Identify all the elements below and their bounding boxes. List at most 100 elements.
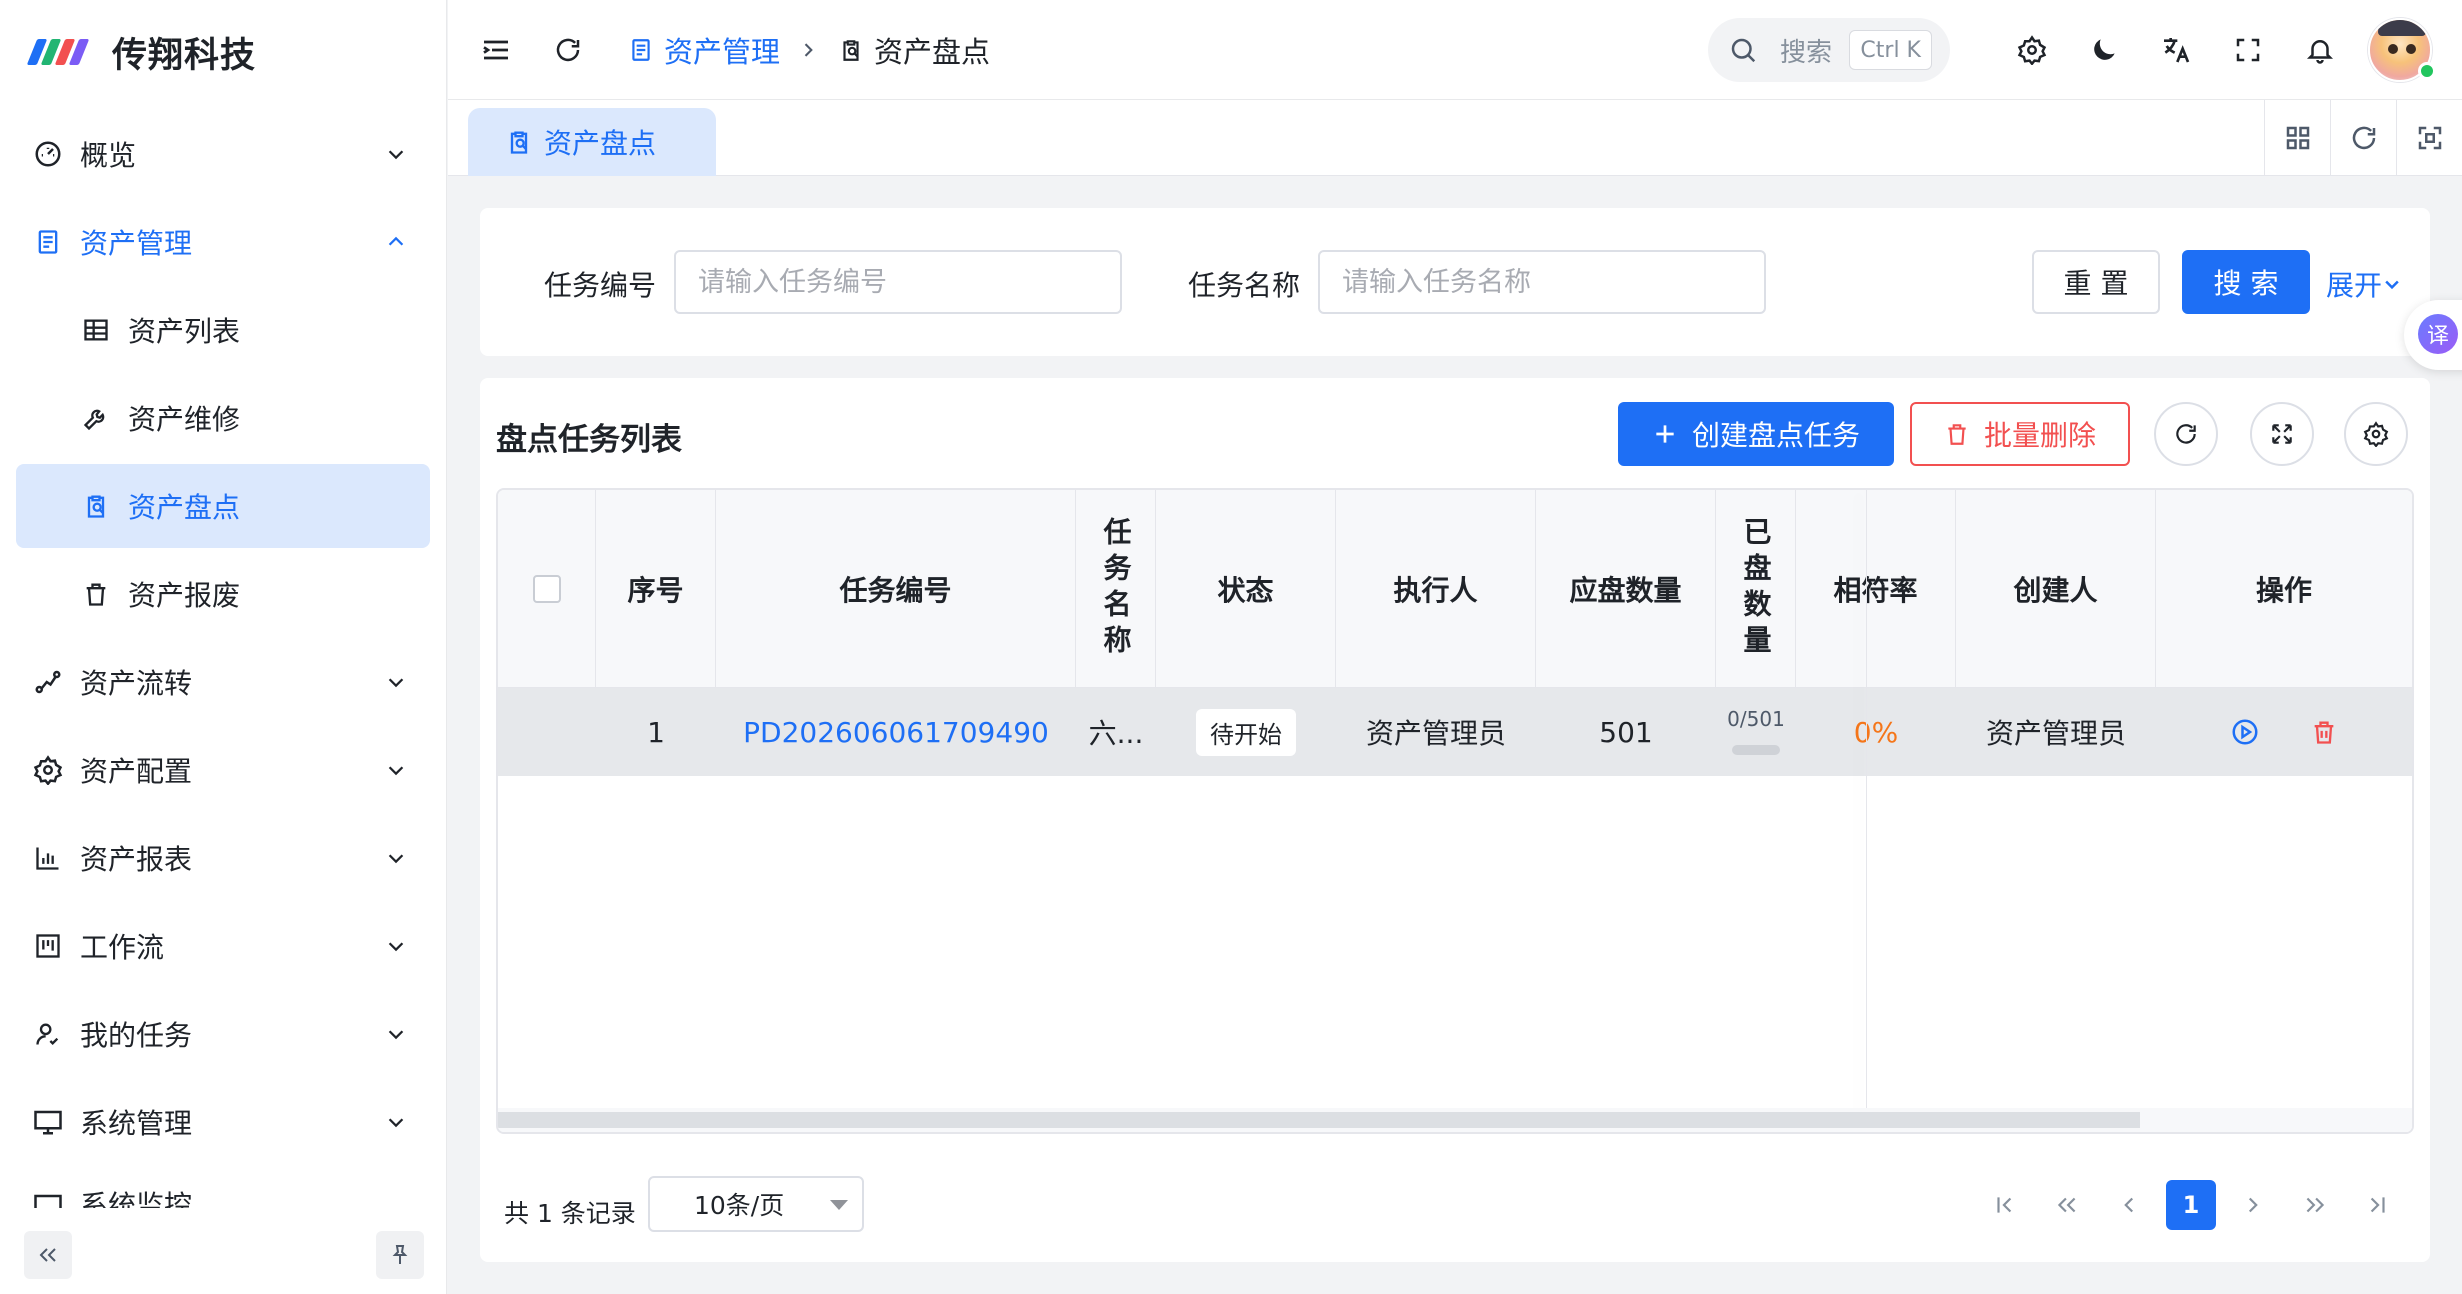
sidebar-item-asset-management[interactable]: 资产管理	[16, 200, 430, 284]
breadcrumb-item-asset-inventory: 资产盘点	[836, 29, 990, 71]
table-refresh-button[interactable]	[2154, 402, 2218, 466]
next-page-button[interactable]	[2228, 1180, 2278, 1230]
tab-refresh-button[interactable]	[2330, 100, 2396, 176]
menu-toggle-button[interactable]	[476, 30, 516, 70]
reset-button[interactable]: 重 置	[2032, 250, 2160, 314]
batch-delete-button[interactable]: 批量删除	[1910, 402, 2130, 466]
sidebar-menu: 概览 资产管理 资产列表 资产维修 资产盘点 资产报废 资产流转 资产配置 资产…	[16, 112, 430, 1212]
chevron-down-icon	[382, 932, 410, 960]
delete-task-button[interactable]	[2310, 718, 2338, 746]
refresh-page-button[interactable]	[548, 30, 588, 70]
table-title: 盘点任务列表	[496, 422, 682, 458]
sidebar-item-system-management[interactable]: 系统管理	[16, 1080, 430, 1164]
cell-expected: 501	[1599, 715, 1653, 749]
caret-down-icon	[830, 1200, 848, 1210]
first-page-icon	[1997, 1197, 2012, 1213]
task-name-input[interactable]	[1318, 250, 1766, 314]
sidebar-item-asset-list[interactable]: 资产列表	[16, 288, 430, 372]
table-row[interactable]: 1 PD202606061709490 六... 待开始 资产管理员 501 0…	[498, 688, 2412, 776]
counted-progress: 0/501	[1726, 707, 1786, 757]
play-circle-icon	[2232, 719, 2258, 745]
monitor-chart-icon	[32, 1190, 64, 1208]
select-all-checkbox[interactable]	[532, 575, 561, 603]
sidebar-item-asset-repair[interactable]: 资产维修	[16, 376, 430, 460]
sidebar-item-label: 资产报废	[128, 579, 241, 612]
start-task-button[interactable]	[2230, 717, 2260, 747]
gear-icon	[2363, 421, 2389, 447]
header-select-all	[498, 490, 596, 688]
column-settings-button[interactable]	[2344, 402, 2408, 466]
sidebar-item-label: 工作流	[80, 931, 165, 964]
sidebar-item-label: 资产报表	[80, 843, 193, 876]
breadcrumb-label: 资产盘点	[874, 35, 991, 69]
fullscreen-button[interactable]	[2228, 30, 2268, 70]
horizontal-scrollbar[interactable]	[498, 1108, 2412, 1132]
sidebar-item-asset-config[interactable]: 资产配置	[16, 728, 430, 812]
sidebar-item-workflow[interactable]: 工作流	[16, 904, 430, 988]
sidebar-item-overview[interactable]: 概览	[16, 112, 430, 196]
collapse-sidebar-button[interactable]	[24, 1231, 72, 1279]
create-inventory-task-button[interactable]: 创建盘点任务	[1618, 402, 1894, 466]
column-header[interactable]: 相符率	[1796, 490, 1956, 688]
table-header: 序号 任务编号 任务名称 状态 执行人 应盘数量 已盘数量 相符率 创建人 操作	[498, 490, 2412, 688]
expand-arrows-icon	[2272, 424, 2292, 444]
column-header[interactable]: 执行人	[1336, 490, 1536, 688]
language-button[interactable]	[2156, 30, 2196, 70]
sidebar-item-my-tasks[interactable]: 我的任务	[16, 992, 430, 1076]
sidebar-item-system-monitor[interactable]: 系统监控	[16, 1168, 430, 1208]
table-fullscreen-button[interactable]	[2250, 402, 2314, 466]
sidebar-item-asset-inventory[interactable]: 资产盘点	[16, 464, 430, 548]
kanban-icon	[32, 930, 64, 962]
column-header[interactable]: 任务编号	[716, 490, 1076, 688]
tab-overview-button[interactable]	[2264, 100, 2330, 176]
task-no-input[interactable]	[674, 250, 1122, 314]
sidebar-item-label: 资产管理	[80, 227, 193, 260]
pin-sidebar-button[interactable]	[376, 1231, 424, 1279]
breadcrumb-item-asset-management[interactable]: 资产管理	[626, 29, 780, 71]
notifications-button[interactable]	[2300, 30, 2340, 70]
expand-filters-link[interactable]: 展开	[2326, 264, 2402, 304]
brand[interactable]: 传翔科技	[26, 22, 256, 82]
prev-group-button[interactable]	[2042, 1180, 2092, 1230]
translate-floating-button[interactable]: 译	[2404, 300, 2462, 370]
tab-asset-inventory[interactable]: 资产盘点	[468, 108, 716, 176]
prev-page-button[interactable]	[2104, 1180, 2154, 1230]
global-search[interactable]: 搜索 Ctrl K	[1708, 18, 1950, 82]
column-header[interactable]: 应盘数量	[1536, 490, 1716, 688]
theme-toggle-button[interactable]	[2084, 30, 2124, 70]
cell-operations	[2156, 688, 2412, 776]
monitor-icon	[32, 1106, 64, 1138]
page-button-current[interactable]: 1	[2166, 1180, 2216, 1230]
search-icon	[1731, 38, 1756, 63]
first-page-button[interactable]	[1980, 1180, 2030, 1230]
grid-icon	[2286, 126, 2309, 150]
cell-task-no-link[interactable]: PD202606061709490	[716, 688, 1076, 776]
next-group-button[interactable]	[2290, 1180, 2340, 1230]
sidebar-item-label: 概览	[80, 139, 137, 172]
search-button[interactable]: 搜 索	[2182, 250, 2310, 314]
preferences-button[interactable]	[2012, 30, 2052, 70]
column-header[interactable]: 序号	[596, 490, 716, 688]
clipboard-search-icon	[504, 127, 534, 157]
column-header[interactable]: 任务名称	[1076, 490, 1156, 688]
column-header[interactable]: 创建人	[1956, 490, 2156, 688]
wrench-icon	[80, 402, 112, 434]
sidebar-item-asset-report[interactable]: 资产报表	[16, 816, 430, 900]
tab-maximize-button[interactable]	[2396, 100, 2462, 176]
tab-bar: 资产盘点	[448, 100, 2462, 176]
last-page-icon	[2370, 1197, 2385, 1213]
scrollbar-thumb[interactable]	[498, 1112, 2140, 1128]
dashboard-icon	[32, 138, 64, 170]
sidebar-item-label: 我的任务	[80, 1019, 193, 1052]
chevron-down-icon	[382, 844, 410, 872]
column-header[interactable]: 已盘数量	[1716, 490, 1796, 688]
last-page-button[interactable]	[2352, 1180, 2402, 1230]
cell-creator: 资产管理员	[1985, 717, 2126, 750]
page-size-select[interactable]: 10条/页	[648, 1176, 864, 1232]
gear-icon	[2017, 35, 2047, 65]
sidebar-item-asset-scrap[interactable]: 资产报废	[16, 552, 430, 636]
column-header[interactable]: 状态	[1156, 490, 1336, 688]
sidebar-item-asset-flow[interactable]: 资产流转	[16, 640, 430, 724]
breadcrumb: 资产管理 资产盘点	[626, 28, 990, 72]
plus-icon	[1656, 425, 1674, 443]
